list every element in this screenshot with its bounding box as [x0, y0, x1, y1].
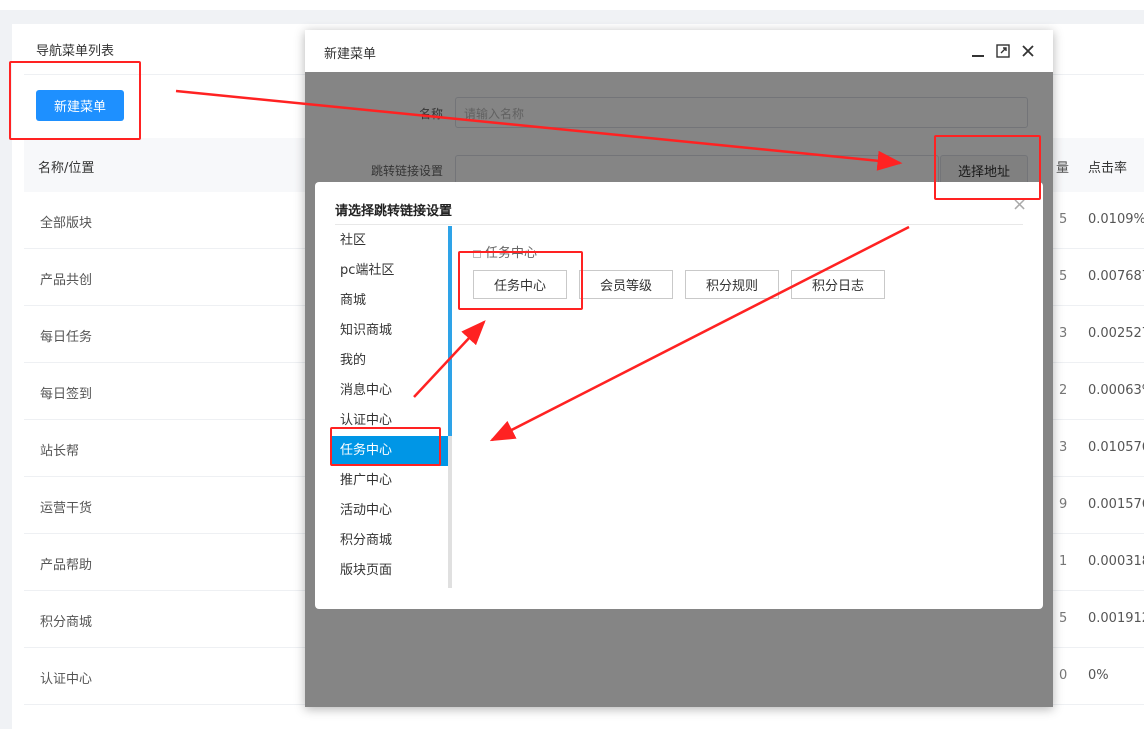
- link-select-dialog: 请选择跳转链接设置 × 社区 pc端社区 商城 知识商城 我的 消息中心 认证中心 任务中心推…: [315, 182, 1043, 609]
- list-title: 导航菜单列表: [36, 44, 115, 59]
- row-name: 运营干货: [40, 501, 93, 516]
- row-click-rate: 0.000318: [1088, 554, 1144, 569]
- category-item[interactable]: 推广中心: [331, 466, 448, 496]
- annotation-box: [9, 61, 141, 140]
- row-name: 产品共创: [40, 273, 93, 288]
- category-item[interactable]: 知识商城: [331, 316, 448, 346]
- row-name: 每日签到: [40, 387, 93, 402]
- row-click-rate: 0.001912: [1088, 611, 1144, 626]
- row-name: 认证中心: [40, 672, 93, 687]
- category-item[interactable]: 社区: [331, 226, 448, 256]
- row-name: 产品帮助: [40, 558, 93, 573]
- row-name: 推广中心: [40, 725, 92, 729]
- scrollbar-thumb[interactable]: [448, 226, 452, 436]
- row-name: 积分商城: [40, 615, 93, 630]
- column-name: 名称/位置: [38, 161, 95, 176]
- option-member-level[interactable]: 会员等级: [579, 270, 673, 299]
- maximize-icon[interactable]: [994, 42, 1012, 60]
- category-item[interactable]: pc端社区: [331, 256, 448, 286]
- row-click-rate: 0%: [1088, 668, 1109, 683]
- category-item[interactable]: 活动中心: [331, 496, 448, 526]
- row-partial-value: 3: [1059, 440, 1068, 455]
- row-partial-value: 2: [1059, 383, 1068, 398]
- top-strip: [0, 0, 1144, 10]
- row-click-rate: 0.002527: [1088, 326, 1144, 341]
- table-row[interactable]: 推广中心: [24, 705, 1144, 729]
- dialog-title: 请选择跳转链接设置: [335, 204, 453, 219]
- column-click-rate: 点击率: [1088, 161, 1128, 176]
- row-name: 每日任务: [40, 330, 93, 345]
- category-list: 社区 pc端社区 商城 知识商城 我的 消息中心 认证中心 任务中心 推广中心 活动中心 积分商城版…: [331, 226, 451, 588]
- annotation-box: [934, 135, 1041, 200]
- row-partial-value: 5: [1059, 212, 1068, 227]
- row-name: 全部版块: [40, 216, 93, 231]
- row-partial-value: 9: [1059, 497, 1068, 512]
- row-partial-value: 5: [1059, 611, 1068, 626]
- row-click-rate: 0.00063%: [1088, 383, 1144, 398]
- annotation-box: [330, 427, 441, 466]
- row-click-rate: 0.007687: [1088, 269, 1144, 284]
- row-click-rate: 0.0109%: [1088, 212, 1144, 227]
- row-partial-value: 1: [1059, 554, 1068, 569]
- row-partial-value: 5: [1059, 269, 1068, 284]
- option-points-log[interactable]: 积分日志: [791, 270, 885, 299]
- row-partial-value: 0: [1059, 668, 1068, 683]
- annotation-box: [458, 251, 583, 310]
- row-name: 站长帮: [40, 444, 80, 459]
- row-partial-value: 3: [1059, 326, 1068, 341]
- modal-title: 新建菜单: [324, 47, 377, 62]
- category-item[interactable]: 商城: [331, 286, 448, 316]
- category-item[interactable]: 消息中心: [331, 376, 448, 406]
- row-click-rate: 0.010576: [1088, 440, 1144, 455]
- close-icon[interactable]: [1019, 42, 1037, 60]
- category-item[interactable]: 我的: [331, 346, 448, 376]
- minimize-icon[interactable]: [969, 42, 987, 60]
- column-partial: 量: [1056, 161, 1070, 176]
- category-item[interactable]: 版块页面: [331, 556, 448, 586]
- modal-header: 新建菜单: [305, 30, 1053, 72]
- category-item[interactable]: 积分商城: [331, 526, 448, 556]
- option-points-rules[interactable]: 积分规则: [685, 270, 779, 299]
- divider: [335, 224, 1023, 225]
- row-click-rate: 0.001576: [1088, 497, 1144, 512]
